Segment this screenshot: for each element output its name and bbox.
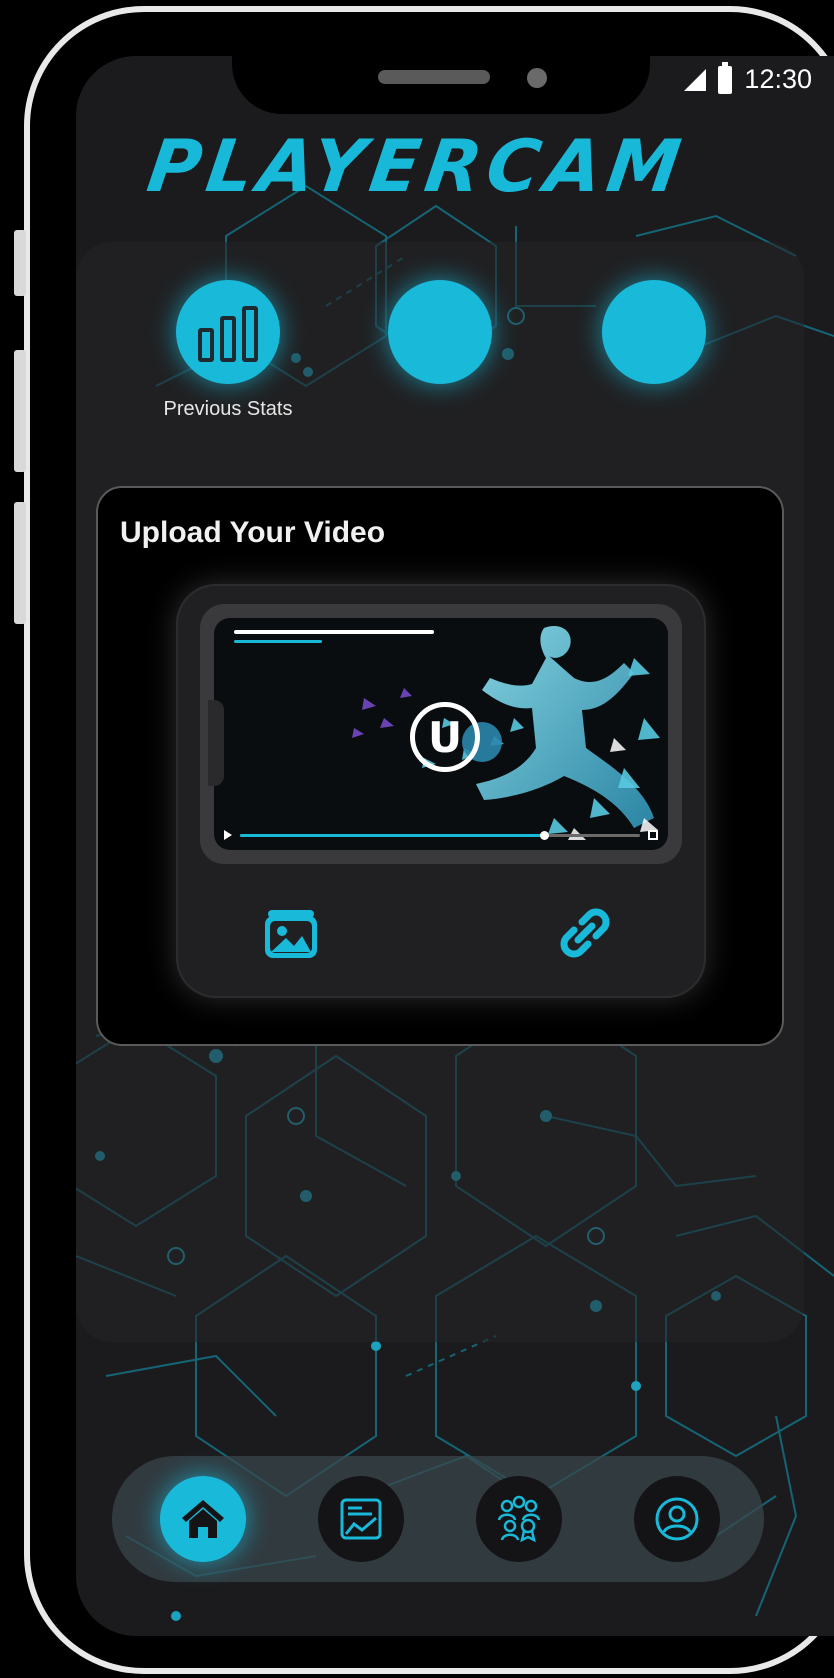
play-logo-icon[interactable]: U: [410, 702, 480, 772]
previous-stats-label: Previous Stats: [163, 398, 293, 420]
battery-icon: [718, 61, 733, 94]
video-controls: [224, 828, 658, 842]
play-icon[interactable]: [224, 830, 232, 840]
previous-stats-button[interactable]: [176, 280, 280, 384]
analytics-icon: [340, 1498, 382, 1540]
quick-actions: Previous Stats: [0, 280, 834, 420]
status-time: 12:30: [744, 64, 812, 94]
upload-video-card: Upload Your Video U: [96, 486, 784, 1046]
link-icon[interactable]: [556, 904, 614, 962]
video-preview[interactable]: U: [214, 618, 668, 850]
home-icon: [182, 1500, 224, 1538]
quick-action-button-3[interactable]: [602, 280, 706, 384]
video-progress-bar[interactable]: [240, 830, 640, 840]
video-progress-knob[interactable]: [540, 830, 549, 840]
nav-profile-button[interactable]: [634, 1476, 720, 1562]
quick-action-button-2[interactable]: [388, 280, 492, 384]
fullscreen-icon[interactable]: [648, 830, 658, 840]
app-logo: PLAYERCAM: [142, 124, 692, 208]
nav-team-button[interactable]: [476, 1476, 562, 1562]
signal-icon: [684, 68, 707, 91]
nav-home-button[interactable]: [160, 1476, 246, 1562]
nav-analytics-button[interactable]: [318, 1476, 404, 1562]
upload-video-title: Upload Your Video: [120, 516, 386, 549]
device-notch: [208, 700, 224, 786]
video-subtitle-placeholder: [234, 640, 322, 643]
phone-speaker: [378, 70, 490, 84]
video-title-placeholder: [234, 630, 434, 634]
video-progress-fill: [240, 833, 544, 837]
video-preview-device: U: [200, 604, 682, 864]
bar-chart-icon: [198, 306, 258, 362]
team-award-icon: [497, 1495, 541, 1543]
phone-camera: [527, 68, 547, 88]
gallery-icon[interactable]: [262, 904, 320, 962]
phone-volume-down-button: [14, 502, 26, 624]
upload-panel: U: [176, 584, 706, 998]
bottom-navigation: [112, 1456, 764, 1582]
status-bar: 12:30: [684, 61, 812, 95]
profile-icon: [655, 1497, 699, 1541]
